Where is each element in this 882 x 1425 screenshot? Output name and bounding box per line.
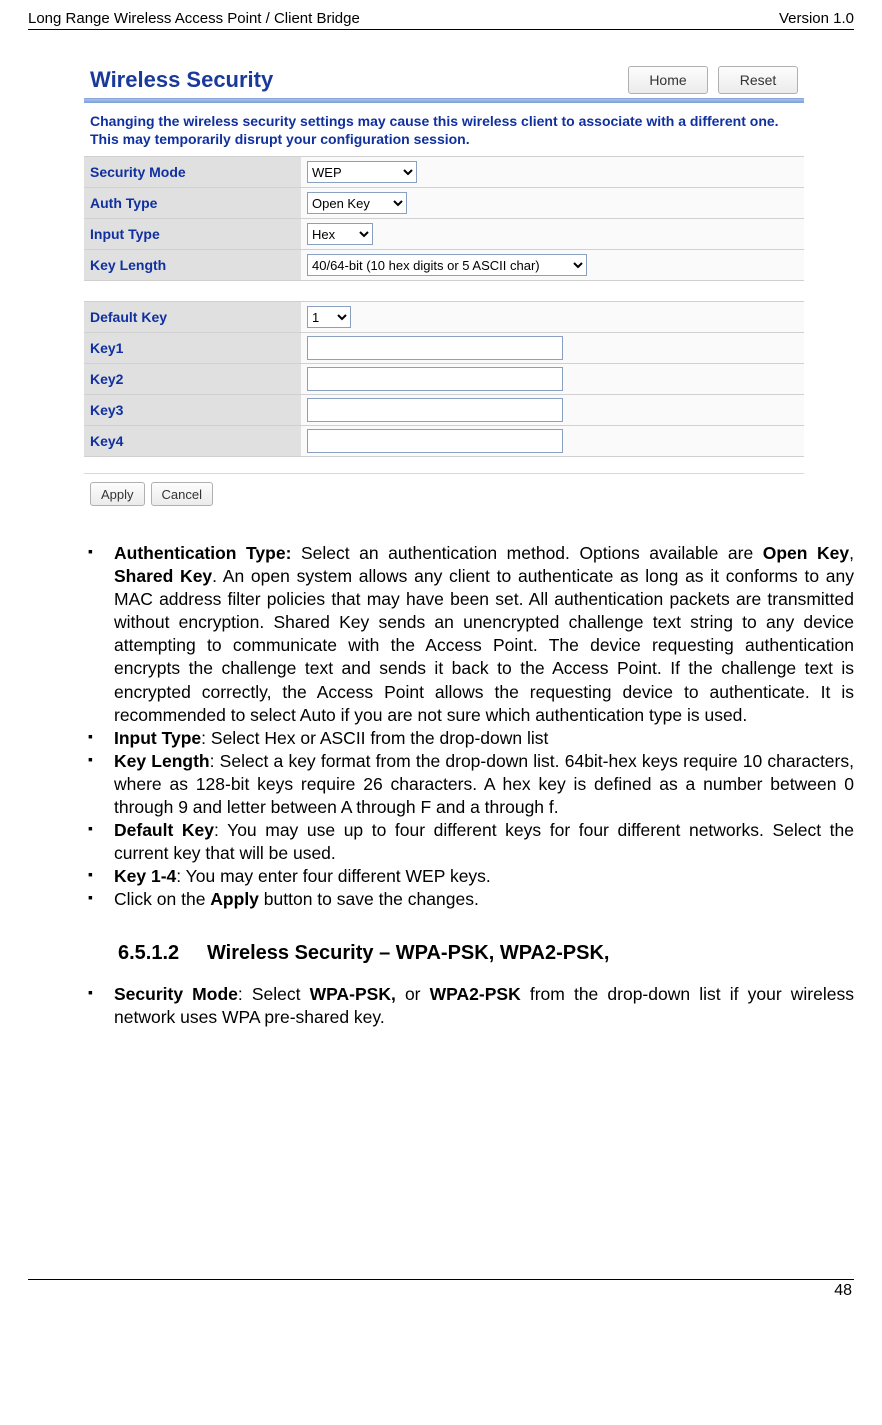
doc-bullets: Authentication Type: Select an authentic… <box>28 542 854 912</box>
key3-input[interactable] <box>307 398 563 422</box>
label-key-length: Key Length <box>84 250 301 281</box>
header-right: Version 1.0 <box>779 10 854 27</box>
section-title: Wireless Security <box>90 67 273 93</box>
apply-button[interactable]: Apply <box>90 482 145 506</box>
bullet-input-type: Input Type: Select Hex or ASCII from the… <box>88 727 854 750</box>
bullet-key-1-4: Key 1-4: You may enter four different WE… <box>88 865 854 888</box>
bullet-security-mode: Security Mode: Select WPA-PSK, or WPA2-P… <box>88 983 854 1029</box>
default-key-select[interactable]: 1 <box>307 306 351 328</box>
page-number: 48 <box>834 1282 852 1299</box>
label-input-type: Input Type <box>84 219 301 250</box>
key-length-select[interactable]: 40/64-bit (10 hex digits or 5 ASCII char… <box>307 254 587 276</box>
cancel-button[interactable]: Cancel <box>151 482 213 506</box>
key4-input[interactable] <box>307 429 563 453</box>
doc-bullets-2: Security Mode: Select WPA-PSK, or WPA2-P… <box>28 983 854 1029</box>
label-key2: Key2 <box>84 364 301 395</box>
header-left: Long Range Wireless Access Point / Clien… <box>28 10 360 27</box>
form-divider <box>84 473 804 474</box>
subheading-6-5-1-2: 6.5.1.2 Wireless Security – WPA-PSK, WPA… <box>118 942 854 965</box>
key1-input[interactable] <box>307 336 563 360</box>
bullet-apply: Click on the Apply button to save the ch… <box>88 888 854 911</box>
label-default-key: Default Key <box>84 302 301 333</box>
security-mode-select[interactable]: WEP <box>307 161 417 183</box>
bullet-default-key: Default Key: You may use up to four diff… <box>88 819 854 865</box>
auth-type-select[interactable]: Open Key <box>307 192 407 214</box>
warning-text: Changing the wireless security settings … <box>84 109 804 157</box>
label-key4: Key4 <box>84 426 301 457</box>
page-header: Long Range Wireless Access Point / Clien… <box>28 10 854 30</box>
label-key3: Key3 <box>84 395 301 426</box>
router-screenshot: Wireless Security Home Reset Changing th… <box>84 58 804 514</box>
label-security-mode: Security Mode <box>84 157 301 188</box>
key2-input[interactable] <box>307 367 563 391</box>
home-button[interactable]: Home <box>628 66 708 94</box>
label-auth-type: Auth Type <box>84 188 301 219</box>
reset-button[interactable]: Reset <box>718 66 798 94</box>
page-footer: 48 <box>28 1279 854 1300</box>
input-type-select[interactable]: Hex <box>307 223 373 245</box>
label-key1: Key1 <box>84 333 301 364</box>
bullet-key-length: Key Length: Select a key format from the… <box>88 750 854 819</box>
title-divider <box>84 98 804 103</box>
bullet-auth-type: Authentication Type: Select an authentic… <box>88 542 854 727</box>
